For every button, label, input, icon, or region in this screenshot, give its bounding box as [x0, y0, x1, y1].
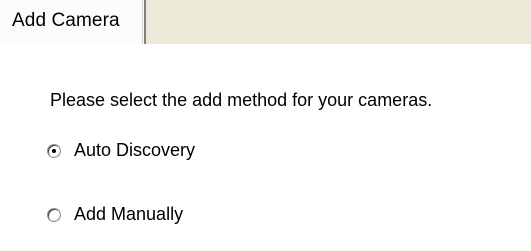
tab-add-camera[interactable]: Add Camera: [0, 0, 146, 44]
radio-auto-discovery[interactable]: [47, 143, 61, 158]
option-auto-discovery-label[interactable]: Auto Discovery: [74, 140, 195, 161]
add-camera-window: Add Camera Please select the add method …: [0, 0, 531, 251]
option-add-manually-label[interactable]: Add Manually: [74, 204, 183, 225]
tab-strip: Add Camera: [0, 0, 531, 44]
radio-add-manually[interactable]: [47, 207, 61, 222]
option-auto-discovery[interactable]: Auto Discovery: [47, 140, 195, 161]
instruction-text: Please select the add method for your ca…: [50, 90, 433, 110]
tab-label: Add Camera: [12, 10, 120, 31]
option-add-manually[interactable]: Add Manually: [47, 204, 183, 225]
tab-panel: Please select the add method for your ca…: [0, 44, 531, 251]
